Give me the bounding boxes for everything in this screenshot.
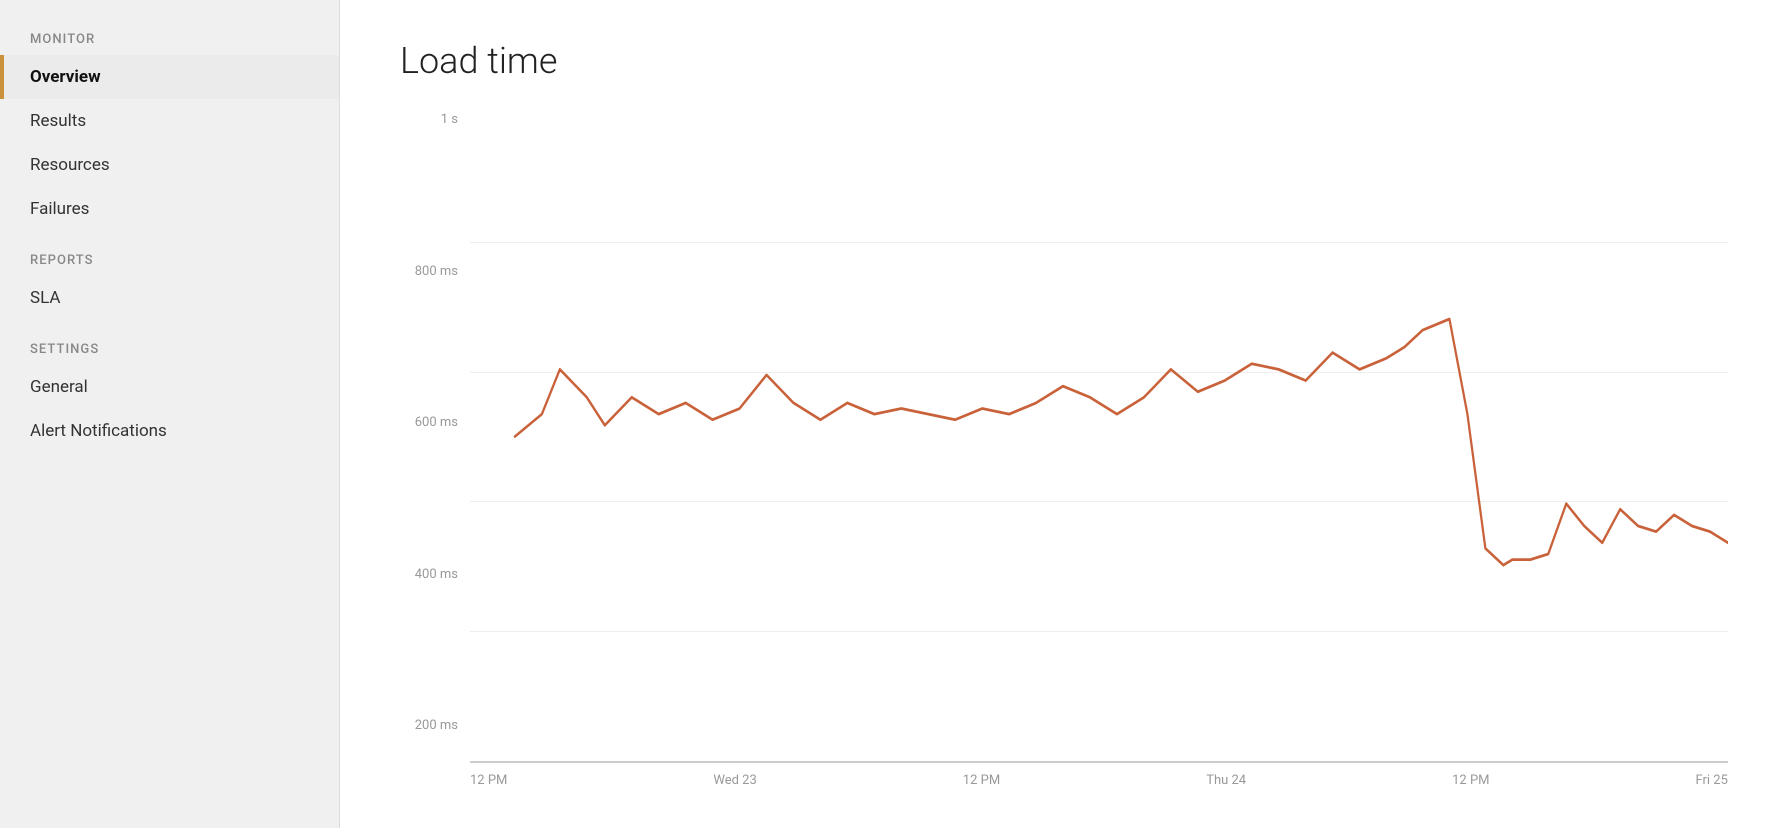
y-label-400ms: 400 ms xyxy=(415,567,458,582)
y-label-200ms: 200 ms xyxy=(415,718,458,733)
sidebar-item-overview[interactable]: Overview xyxy=(0,55,339,99)
sidebar: MONITOR Overview Results Resources Failu… xyxy=(0,0,340,828)
x-label-12pm-3: 12 PM xyxy=(1452,773,1489,788)
chart-area: 1 s 800 ms 600 ms 400 ms 200 ms xyxy=(400,112,1728,763)
y-label-1s: 1 s xyxy=(441,112,458,127)
x-label-12pm-2: 12 PM xyxy=(963,773,1000,788)
chart-container: 1 s 800 ms 600 ms 400 ms 200 ms xyxy=(400,112,1728,788)
x-axis: 12 PM Wed 23 12 PM Thu 24 12 PM Fri 25 xyxy=(400,763,1728,788)
x-label-thu24: Thu 24 xyxy=(1206,773,1246,788)
sidebar-item-resources[interactable]: Resources xyxy=(0,143,339,187)
y-label-600ms: 600 ms xyxy=(415,415,458,430)
sidebar-item-failures[interactable]: Failures xyxy=(0,187,339,231)
sidebar-item-alert-notifications[interactable]: Alert Notifications xyxy=(0,409,339,453)
sidebar-item-sla[interactable]: SLA xyxy=(0,276,339,320)
x-label-fri25: Fri 25 xyxy=(1696,773,1728,788)
y-label-800ms: 800 ms xyxy=(415,264,458,279)
sidebar-item-results[interactable]: Results xyxy=(0,99,339,143)
sidebar-section-monitor: MONITOR xyxy=(0,10,339,55)
main-content: Load time 1 s 800 ms 600 ms 400 ms 200 m… xyxy=(340,0,1788,828)
sidebar-section-settings: SETTINGS xyxy=(0,320,339,365)
chart-svg xyxy=(470,112,1728,761)
y-axis: 1 s 800 ms 600 ms 400 ms 200 ms xyxy=(400,112,470,763)
sidebar-item-general[interactable]: General xyxy=(0,365,339,409)
sidebar-section-reports: REPORTS xyxy=(0,231,339,276)
chart-title: Load time xyxy=(400,40,1728,82)
chart-inner xyxy=(470,112,1728,763)
x-label-wed23: Wed 23 xyxy=(713,773,756,788)
x-label-12pm-1: 12 PM xyxy=(470,773,507,788)
